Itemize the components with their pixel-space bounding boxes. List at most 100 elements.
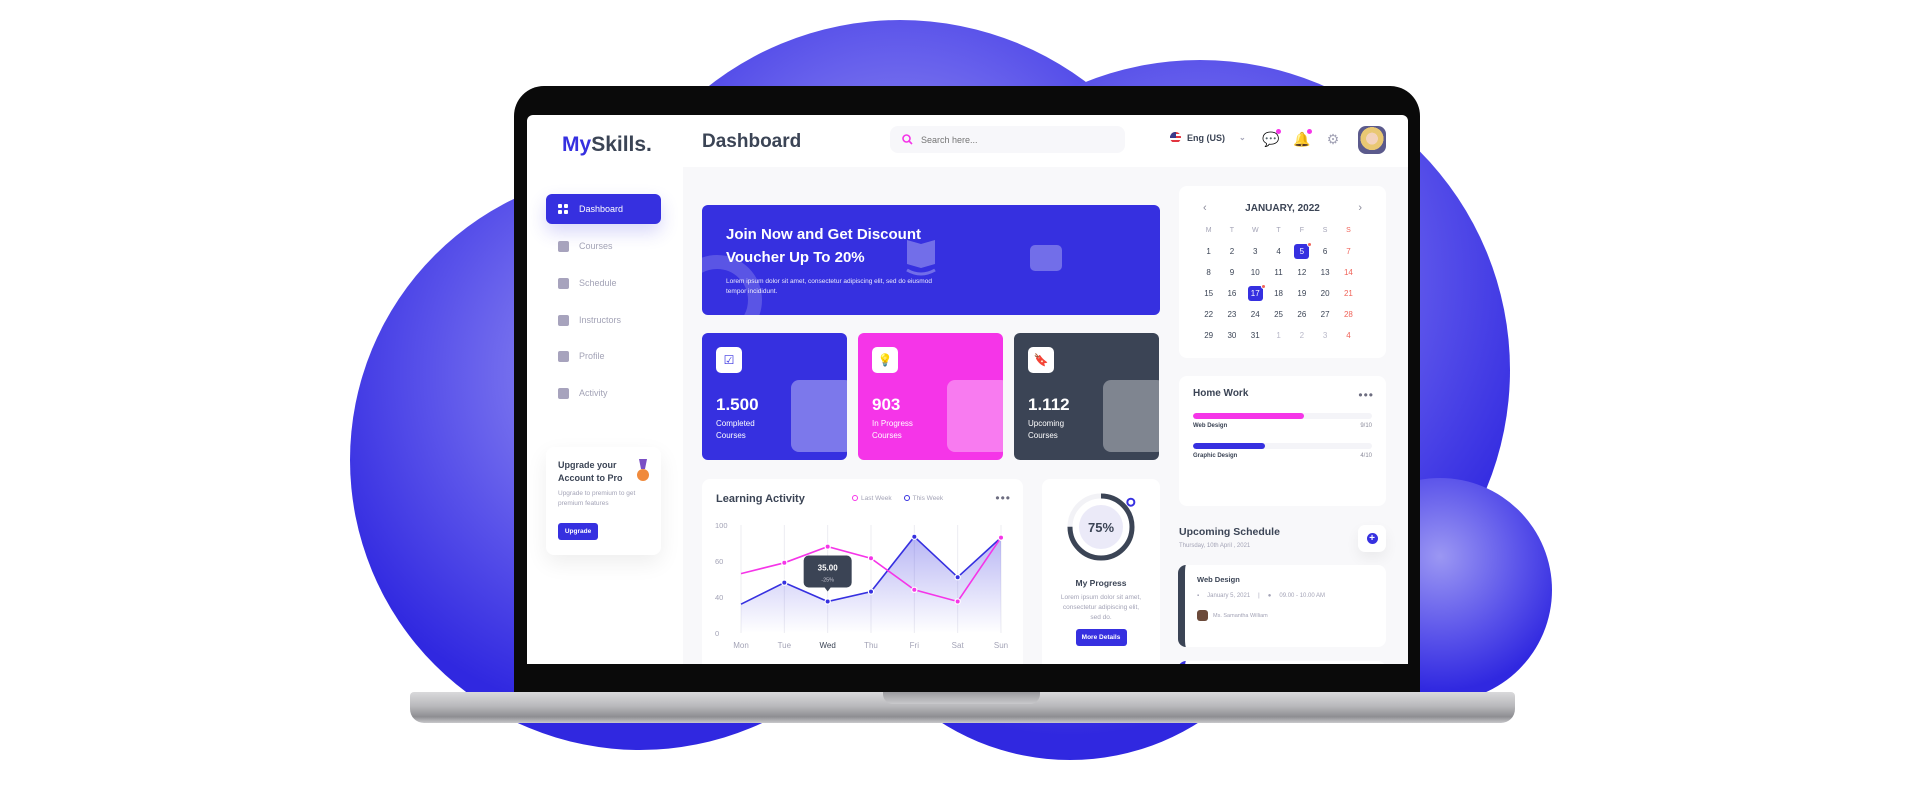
data-point xyxy=(824,598,831,605)
calendar-title: JANUARY, 2022 xyxy=(1245,202,1320,214)
calendar-day[interactable]: 1 xyxy=(1197,241,1220,262)
tooltip-change: -25% xyxy=(821,578,834,584)
schedule-item[interactable]: Web Design ▪ January 5, 2021 | ● 09.00 - 10.… xyxy=(1178,565,1386,647)
stat-label: Upcoming Courses xyxy=(1028,419,1065,440)
sidebar-item-profile[interactable]: Profile xyxy=(546,341,661,371)
y-tick-label: 100 xyxy=(715,521,728,530)
user-icon xyxy=(558,350,569,362)
calendar-day[interactable]: 19 xyxy=(1290,283,1313,304)
calendar-day[interactable]: 13 xyxy=(1313,262,1336,283)
weekday-label: F xyxy=(1299,227,1304,234)
calendar-day[interactable]: 2 xyxy=(1220,241,1243,262)
calendar-day[interactable]: 4 xyxy=(1337,325,1360,346)
y-tick-label: 40 xyxy=(715,593,723,602)
calendar-day[interactable]: 26 xyxy=(1290,304,1313,325)
calendar-day[interactable]: 14 xyxy=(1337,262,1360,283)
more-details-button[interactable]: More Details xyxy=(1075,629,1127,646)
promo-banner[interactable]: Join Now and Get Discount Voucher Up To … xyxy=(702,205,1160,315)
calendar-day[interactable]: 25 xyxy=(1267,304,1290,325)
sidebar-item-label: Profile xyxy=(579,351,605,361)
tooltip-value: 35.00 xyxy=(818,564,839,573)
logo[interactable]: MySkills. xyxy=(562,133,652,157)
calendar-day[interactable]: 21 xyxy=(1337,283,1360,304)
calendar-icon: ▪ xyxy=(1197,593,1200,599)
search-input[interactable] xyxy=(921,134,1101,145)
calendar-day[interactable]: 10 xyxy=(1244,262,1267,283)
add-schedule-button[interactable]: + xyxy=(1358,525,1386,552)
calendar-day[interactable]: 29 xyxy=(1197,325,1220,346)
calendar-day[interactable]: 31 xyxy=(1244,325,1267,346)
weekday-label: T xyxy=(1229,227,1235,234)
calendar-day[interactable]: 22 xyxy=(1197,304,1220,325)
calendar-day[interactable]: 11 xyxy=(1267,262,1290,283)
users-icon xyxy=(558,314,569,326)
calendar-day[interactable]: 28 xyxy=(1337,304,1360,325)
sidebar-item-courses[interactable]: Courses xyxy=(546,231,661,261)
gear-icon[interactable]: ⚙ xyxy=(1325,131,1341,147)
next-month-button[interactable]: › xyxy=(1358,202,1362,214)
prev-month-button[interactable]: ‹ xyxy=(1203,202,1207,214)
calendar-day[interactable]: 1 xyxy=(1267,325,1290,346)
calendar-day[interactable]: 16 xyxy=(1220,283,1243,304)
x-tick-label: Tue xyxy=(778,641,792,650)
data-point xyxy=(954,573,961,581)
calendar-day[interactable]: 7 xyxy=(1337,241,1360,262)
x-tick-label: Wed xyxy=(820,641,836,650)
bell-icon[interactable]: 🔔 xyxy=(1293,129,1312,147)
stat-card[interactable]: 🔖 1.112 Upcoming Courses xyxy=(1014,333,1159,460)
x-tick-label: Thu xyxy=(864,641,878,650)
calendar-day[interactable]: 12 xyxy=(1290,262,1313,283)
data-point xyxy=(867,588,875,595)
data-point xyxy=(911,533,918,540)
upgrade-card: Upgrade your Account to Pro Upgrade to p… xyxy=(546,447,661,555)
calendar-day[interactable]: 30 xyxy=(1220,325,1243,346)
calendar-day[interactable]: 17 xyxy=(1244,283,1267,304)
plus-icon: + xyxy=(1366,533,1378,544)
calendar-day[interactable]: 23 xyxy=(1220,304,1243,325)
book-icon xyxy=(558,240,569,252)
data-point xyxy=(781,579,788,586)
schedule-item[interactable] xyxy=(1178,661,1386,664)
calendar-day[interactable]: 9 xyxy=(1220,262,1243,283)
calendar-day[interactable]: 18 xyxy=(1267,283,1290,304)
sidebar-item-dashboard[interactable]: Dashboard xyxy=(546,194,661,224)
x-tick-label: Mon xyxy=(733,641,749,650)
calendar-icon xyxy=(558,277,569,289)
upgrade-button[interactable]: Upgrade xyxy=(558,523,598,540)
instructor-avatar xyxy=(1197,610,1208,621)
calendar-day[interactable]: 3 xyxy=(1313,325,1336,346)
checkbox-icon: ☑ xyxy=(716,347,742,373)
calendar-day[interactable]: 20 xyxy=(1313,283,1336,304)
sidebar-item-schedule[interactable]: Schedule xyxy=(546,268,661,298)
stat-card[interactable]: ☑ 1.500 Completed Courses xyxy=(702,333,847,460)
calendar-day[interactable]: 4 xyxy=(1267,241,1290,262)
more-options-icon[interactable]: ••• xyxy=(1358,388,1374,402)
calendar-day[interactable]: 27 xyxy=(1313,304,1336,325)
homework-score: 4/10 xyxy=(1360,453,1372,459)
stat-label: Completed Courses xyxy=(716,419,755,440)
chevron-down-icon: ⌄ xyxy=(1239,133,1246,142)
calendar-day[interactable]: 6 xyxy=(1313,241,1336,262)
data-point xyxy=(824,543,831,550)
avatar[interactable] xyxy=(1358,126,1386,154)
stat-card[interactable]: 💡 903 In Progress Courses xyxy=(858,333,1003,460)
x-tick-label: Fri xyxy=(910,641,920,650)
search-bar[interactable] xyxy=(890,126,1125,153)
chat-icon[interactable]: 💬 xyxy=(1262,129,1281,147)
x-tick-label: Sat xyxy=(952,641,965,650)
sidebar-item-activity[interactable]: Activity xyxy=(546,378,661,408)
sidebar-item-label: Courses xyxy=(579,241,613,251)
language-selector[interactable]: Eng (US) ⌄ xyxy=(1170,132,1246,143)
progress-handle xyxy=(1126,497,1136,507)
calendar-day[interactable]: 15 xyxy=(1197,283,1220,304)
data-point xyxy=(781,559,788,567)
data-point xyxy=(911,586,918,594)
weekday-label: T xyxy=(1276,227,1281,234)
calendar-day[interactable]: 24 xyxy=(1244,304,1267,325)
calendar-day[interactable]: 2 xyxy=(1290,325,1313,346)
sidebar-item-instructors[interactable]: Instructors xyxy=(546,305,661,335)
event-dot xyxy=(1260,284,1266,289)
calendar-day[interactable]: 3 xyxy=(1244,241,1267,262)
calendar-day[interactable]: 5 xyxy=(1290,241,1313,262)
calendar-day[interactable]: 8 xyxy=(1197,262,1220,283)
